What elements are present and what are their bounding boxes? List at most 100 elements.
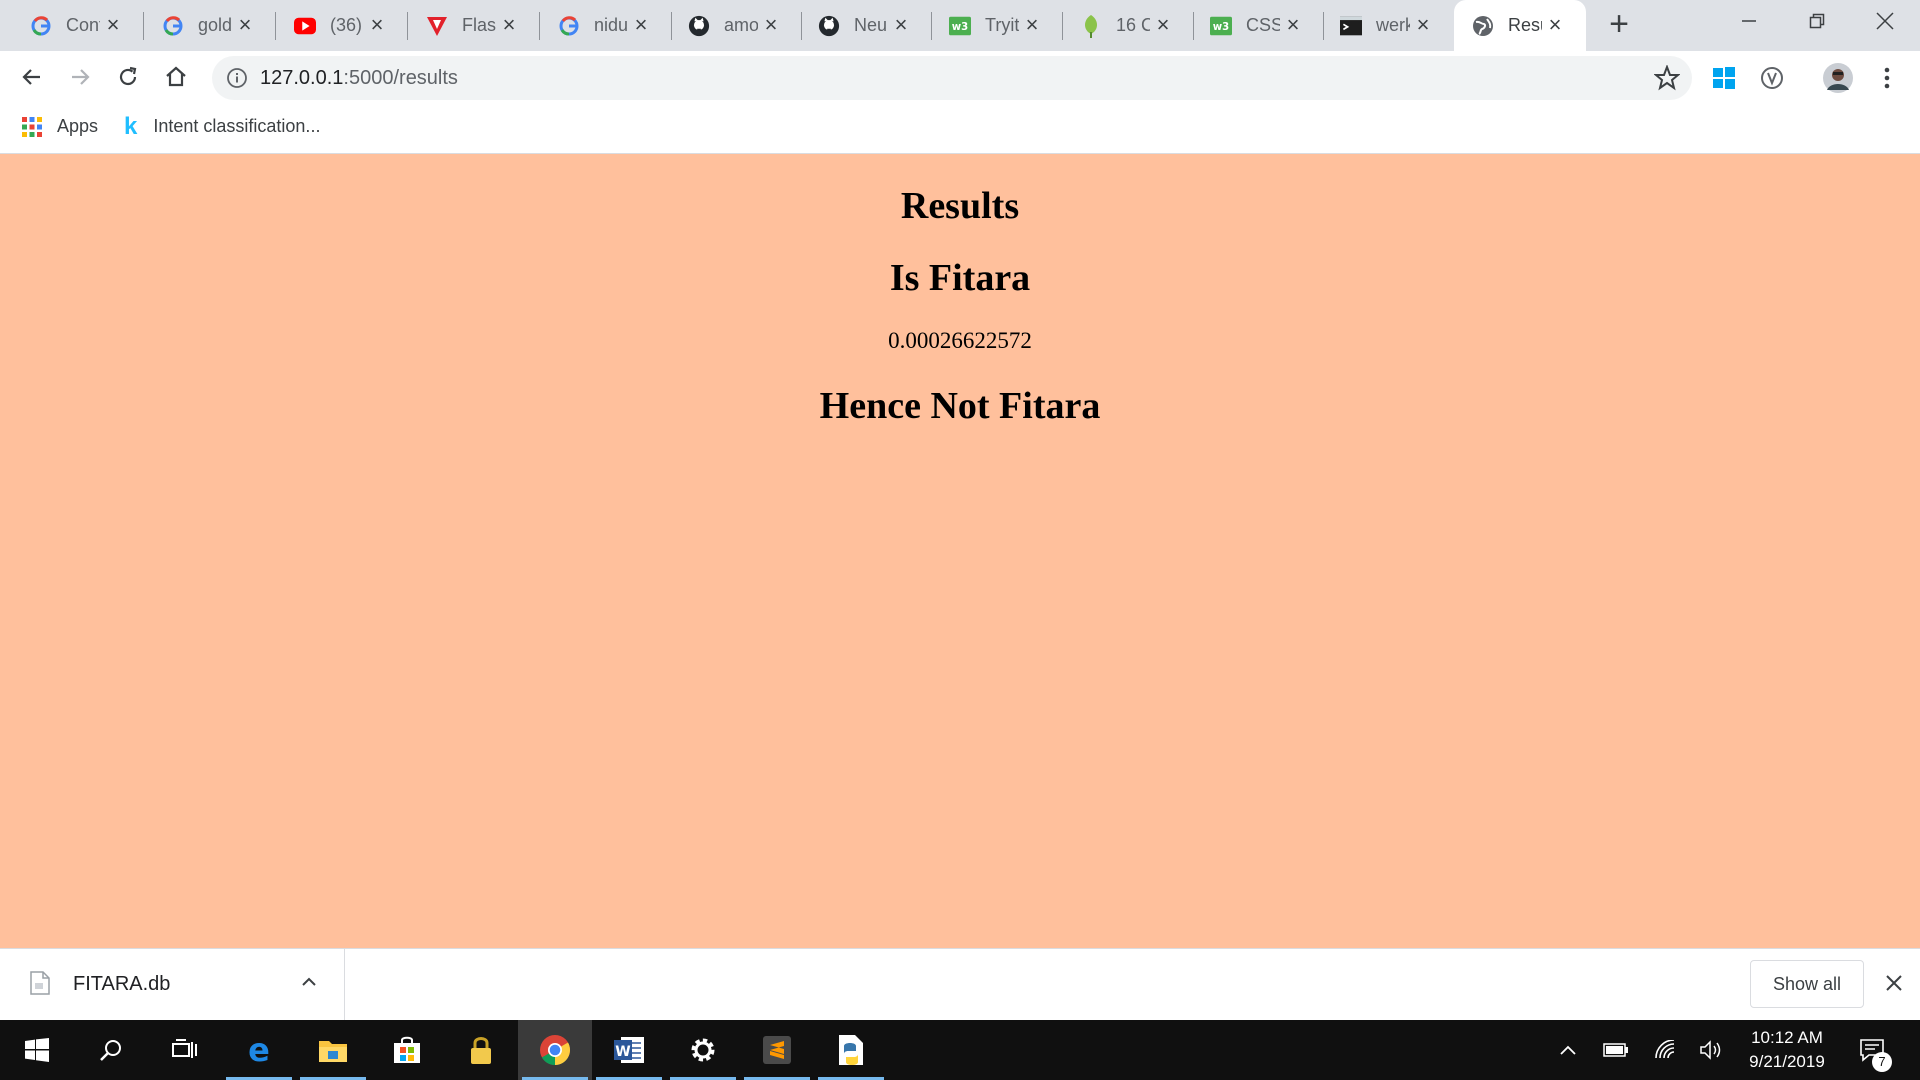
close-icon[interactable]: ×	[1544, 14, 1566, 36]
windows-logo-icon	[25, 1038, 49, 1062]
url-text[interactable]: 127.0.0.1:5000/results	[260, 67, 458, 90]
verdict-heading: Hence Not Fitara	[819, 385, 1101, 427]
taskbar-sublime-text[interactable]	[740, 1020, 814, 1080]
reload-icon	[119, 66, 137, 86]
tab-title: CSS	[1246, 15, 1280, 35]
youtube-icon	[294, 15, 316, 37]
show-all-button[interactable]: Show all	[1750, 960, 1864, 1008]
tab-results[interactable]: Resu ×	[1454, 0, 1586, 51]
tab-title: werk	[1376, 15, 1410, 35]
reload-button[interactable]	[110, 59, 146, 95]
tab-title: Conf	[66, 15, 100, 35]
close-icon[interactable]: ×	[1021, 14, 1043, 36]
battery-indicator[interactable]	[1598, 1020, 1634, 1080]
close-icon[interactable]: ×	[1282, 14, 1304, 36]
close-icon	[1876, 12, 1894, 30]
back-button[interactable]	[14, 59, 50, 95]
word-icon: W	[614, 1037, 644, 1063]
taskbar-file-explorer[interactable]	[296, 1020, 370, 1080]
home-button[interactable]	[158, 59, 194, 95]
close-icon[interactable]: ×	[890, 14, 912, 36]
info-icon[interactable]	[226, 67, 248, 94]
result-subheading: Is Fitara	[889, 257, 1031, 299]
restore-button[interactable]	[1782, 0, 1852, 42]
tab-nidu[interactable]: nidu ×	[540, 0, 672, 51]
sublime-text-icon	[763, 1036, 791, 1064]
taskbar-chrome[interactable]	[518, 1020, 592, 1080]
bookmark-star-icon[interactable]	[1653, 64, 1681, 96]
tab-css[interactable]: w3 CSS ×	[1194, 0, 1324, 51]
network-indicator[interactable]	[1648, 1020, 1684, 1080]
new-tab-button[interactable]: +	[1603, 7, 1635, 41]
tab-title: Neu	[854, 15, 888, 35]
speaker-icon	[1700, 1040, 1721, 1060]
terminal-icon	[1340, 15, 1362, 37]
tab-flask[interactable]: Flask ×	[408, 0, 540, 51]
download-item[interactable]: FITARA.db	[0, 949, 345, 1021]
avatar[interactable]	[1822, 62, 1854, 94]
notification-badge: 7	[1872, 1052, 1892, 1072]
download-shelf: FITARA.db Show all	[0, 948, 1920, 1021]
tab-title: amo	[724, 15, 758, 35]
close-icon[interactable]: ×	[366, 14, 388, 36]
close-icon[interactable]: ×	[102, 14, 124, 36]
arrow-right-icon	[72, 69, 90, 85]
page-title: Results	[900, 185, 1020, 227]
v-extension-icon[interactable]	[1757, 63, 1787, 93]
minimize-button[interactable]	[1714, 0, 1784, 42]
bookmark-intent-classification[interactable]: k Intent classification...	[124, 112, 321, 140]
close-icon[interactable]: ×	[498, 14, 520, 36]
bookmark-apps[interactable]: Apps	[22, 116, 98, 137]
tab-gold[interactable]: gold ×	[144, 0, 276, 51]
tab-conf[interactable]: Conf ×	[0, 0, 144, 51]
tab-strip: Conf × gold × (36) × Flask × nidu ×	[0, 0, 1920, 51]
volume-indicator[interactable]	[1694, 1020, 1730, 1080]
tab-github-amo[interactable]: amo ×	[672, 0, 802, 51]
taskbar-settings[interactable]	[666, 1020, 740, 1080]
taskbar: e W 10:12 AM 9/21/2019 7	[0, 1020, 1920, 1080]
close-icon[interactable]: ×	[1152, 14, 1174, 36]
address-bar[interactable]: 127.0.0.1:5000/results	[212, 56, 1692, 100]
tab-tryit[interactable]: w3 Tryit ×	[932, 0, 1063, 51]
close-icon[interactable]: ×	[630, 14, 652, 36]
chevron-up-icon[interactable]	[300, 973, 318, 996]
close-window-button[interactable]	[1850, 0, 1920, 42]
tab-github-neu[interactable]: Neu ×	[802, 0, 932, 51]
svg-text:e: e	[248, 1035, 270, 1065]
menu-kebab-icon[interactable]	[1872, 63, 1902, 93]
tab-16c[interactable]: 16 C ×	[1063, 0, 1194, 51]
system-clock[interactable]: 10:12 AM 9/21/2019	[1735, 1026, 1839, 1074]
show-hidden-icons-button[interactable]	[1554, 1020, 1582, 1080]
kaggle-icon: k	[124, 112, 138, 140]
action-center-button[interactable]: 7	[1850, 1020, 1894, 1080]
close-shelf-button[interactable]	[1880, 969, 1908, 997]
taskbar-word[interactable]: W	[592, 1020, 666, 1080]
task-view-button[interactable]	[148, 1020, 222, 1080]
bookmark-label: Intent classification...	[153, 116, 321, 136]
search-button[interactable]	[74, 1020, 148, 1080]
battery-icon	[1603, 1043, 1628, 1057]
windows-extension-icon[interactable]	[1709, 63, 1739, 93]
tab-youtube[interactable]: (36) ×	[276, 0, 408, 51]
tab-title: gold	[198, 15, 232, 35]
task-view-icon	[172, 1039, 197, 1058]
wifi-icon	[1655, 1040, 1675, 1059]
taskbar-lock-app[interactable]	[444, 1020, 518, 1080]
store-bag-icon	[394, 1036, 420, 1063]
forward-button[interactable]	[62, 59, 98, 95]
arrow-left-icon	[22, 69, 40, 85]
close-icon[interactable]: ×	[234, 14, 256, 36]
tab-title: nidu	[594, 15, 628, 35]
tab-title: Flask	[462, 15, 496, 35]
taskbar-edge[interactable]: e	[222, 1020, 296, 1080]
start-button[interactable]	[0, 1020, 74, 1080]
close-icon[interactable]: ×	[760, 14, 782, 36]
file-icon	[30, 971, 50, 1000]
minimize-icon	[1742, 20, 1756, 22]
url-path: :5000/results	[343, 67, 458, 89]
close-icon[interactable]: ×	[1412, 14, 1434, 36]
tab-werk[interactable]: werk ×	[1324, 0, 1454, 51]
github-icon	[818, 15, 840, 37]
taskbar-store[interactable]	[370, 1020, 444, 1080]
taskbar-python[interactable]	[814, 1020, 888, 1080]
